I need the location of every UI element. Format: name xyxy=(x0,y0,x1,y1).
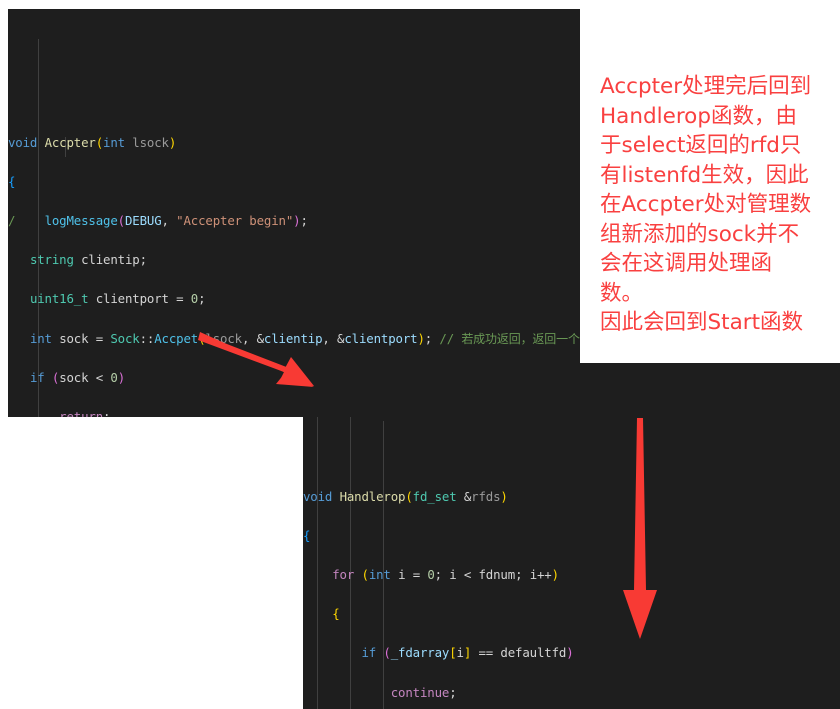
annotation-line: 组新添加的sock并不 xyxy=(600,221,800,247)
annotation-line: 于select返回的rfd只 xyxy=(600,133,802,158)
annotation-line: 数。 xyxy=(600,280,644,306)
annotation-line: 在Accpter处对管理数 xyxy=(600,192,812,217)
annotation-line: Accpter处理完后回到 xyxy=(600,74,812,99)
code-block-handlerop: void Handlerop(fd_set &rfds) { for (int … xyxy=(303,488,574,700)
annotation-line: Handlerop函数，由 xyxy=(600,103,797,129)
annotation-note: Accpter处理完后回到 Handlerop函数，由 于select返回的rf… xyxy=(600,72,836,338)
annotation-line: 会在这调用处理函 xyxy=(600,251,773,276)
diagonal-arrow-icon xyxy=(198,332,314,387)
page-background-left xyxy=(0,417,303,709)
down-arrow-icon xyxy=(623,418,657,639)
annotation-line: 因此会回到Start函数 xyxy=(600,310,804,335)
annotation-line: 有listenfd生效，因此 xyxy=(600,162,809,188)
